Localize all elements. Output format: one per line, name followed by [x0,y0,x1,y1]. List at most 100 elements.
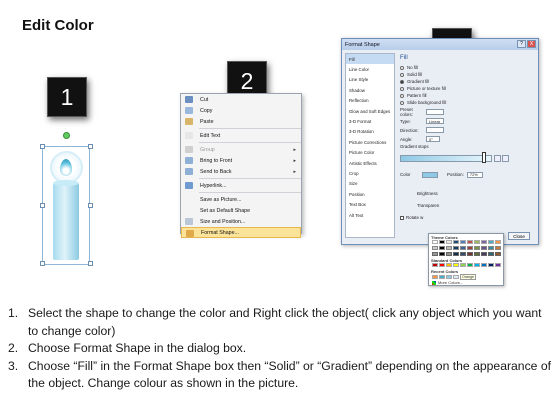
fill-option-picture-or-texture-fill[interactable]: Picture or texture fill [398,85,536,92]
theme-color-swatch[interactable] [453,240,459,244]
category-shadow[interactable]: Shadow [346,85,394,95]
resize-handle[interactable] [88,203,93,208]
standard-color-swatch[interactable] [474,263,480,267]
category-glow-and-soft-edges[interactable]: Glow and Soft Edges [346,106,394,116]
rotate-checkbox[interactable] [400,215,404,220]
theme-shade-swatch[interactable] [460,252,466,256]
theme-shade-swatch[interactable] [474,252,480,256]
theme-shade-swatch[interactable] [488,246,494,250]
more-colors-link[interactable]: More Colors... [438,280,463,285]
fill-option-pattern-fill[interactable]: Pattern fill [398,92,536,99]
remove-stop-icon[interactable] [502,155,509,162]
standard-color-swatch[interactable] [446,263,452,267]
theme-shade-swatch[interactable] [439,246,445,250]
menu-item-send-to-back[interactable]: Send to Back ▸ [181,166,301,177]
category-line-style[interactable]: Line Style [346,75,394,85]
help-button[interactable]: ? [517,40,526,48]
category-artistic-effects[interactable]: Artistic Effects [346,158,394,168]
standard-color-swatch[interactable] [467,263,473,267]
close-button[interactable]: Close [508,232,530,240]
resize-handle[interactable] [40,261,45,266]
category-reflection[interactable]: Reflection [346,96,394,106]
field-direction[interactable] [426,127,444,133]
recent-color-swatch[interactable] [453,274,459,279]
radio-button[interactable] [400,72,404,77]
gradient-stops-bar[interactable] [400,155,492,162]
menu-item-save-as-picture[interactable]: Save as Picture... [181,194,301,205]
theme-shade-swatch[interactable] [446,246,452,250]
category-3-d-rotation[interactable]: 3-D Rotation [346,127,394,137]
theme-shade-swatch[interactable] [474,246,480,250]
gradient-stop-handle[interactable] [482,152,486,163]
theme-shade-swatch[interactable] [495,246,501,250]
candle-shape[interactable] [38,130,93,266]
category-picture-color[interactable]: Picture Color [346,148,394,158]
theme-shade-swatch[interactable] [460,246,466,250]
category-alt-text[interactable]: Alt Text [346,210,394,220]
standard-color-swatch[interactable] [488,263,494,267]
menu-item-edit-text[interactable]: Edit Text [181,130,301,141]
theme-shade-swatch[interactable] [439,252,445,256]
rotation-handle[interactable] [63,132,70,139]
theme-color-swatch[interactable] [488,240,494,244]
theme-color-swatch[interactable] [474,240,480,244]
standard-color-swatch[interactable] [453,263,459,267]
fill-option-solid-fill[interactable]: Solid fill [398,71,536,78]
radio-button[interactable] [400,93,404,98]
theme-color-swatch[interactable] [467,240,473,244]
menu-item-copy[interactable]: Copy [181,105,301,116]
category-picture-corrections[interactable]: Picture Corrections [346,137,394,147]
category-fill[interactable]: Fill [346,54,394,65]
menu-item-format-shape[interactable]: Format Shape... [181,227,301,238]
field-type[interactable]: Linear [426,118,444,124]
radio-button[interactable] [400,86,404,91]
field-preset-colors[interactable] [426,109,444,115]
theme-shade-swatch[interactable] [453,246,459,250]
theme-color-swatch[interactable] [446,240,452,244]
position-field[interactable]: 72% [466,171,483,178]
resize-handle[interactable] [88,261,93,266]
standard-color-swatch[interactable] [481,263,487,267]
fill-option-no-fill[interactable]: No fill [398,64,536,71]
resize-handle[interactable] [88,144,93,149]
category-3-d-format[interactable]: 3-D Format [346,116,394,126]
theme-shade-swatch[interactable] [432,246,438,250]
category-text-box[interactable]: Text Box [346,199,394,209]
theme-color-swatch[interactable] [432,240,438,244]
theme-shade-swatch[interactable] [432,252,438,256]
menu-item-size-and-position[interactable]: Size and Position... [181,216,301,227]
theme-color-swatch[interactable] [460,240,466,244]
standard-color-swatch[interactable] [439,263,445,267]
field-angle[interactable]: 0° [426,136,440,142]
resize-handle[interactable] [40,203,45,208]
theme-color-swatch[interactable] [481,240,487,244]
standard-color-swatch[interactable] [495,263,501,267]
radio-button[interactable] [400,79,404,84]
color-dropdown[interactable] [422,171,438,178]
category-size[interactable]: Size [346,179,394,189]
category-line-color[interactable]: Line Color [346,64,394,74]
resize-handle[interactable] [40,144,45,149]
standard-color-swatch[interactable] [460,263,466,267]
menu-item-set-as-default-shape[interactable]: Set as Default Shape [181,205,301,216]
close-x-button[interactable]: X [527,40,536,48]
theme-shade-swatch[interactable] [488,252,494,256]
menu-item-hyperlink[interactable]: Hyperlink... [181,180,301,191]
theme-shade-swatch[interactable] [467,252,473,256]
theme-color-swatch[interactable] [439,240,445,244]
theme-shade-swatch[interactable] [481,246,487,250]
menu-item-bring-to-front[interactable]: Bring to Front ▸ [181,155,301,166]
menu-item-cut[interactable]: Cut [181,94,301,105]
fill-option-gradient-fill[interactable]: Gradient fill [398,78,536,85]
theme-color-swatch[interactable] [495,240,501,244]
theme-shade-swatch[interactable] [481,252,487,256]
theme-shade-swatch[interactable] [495,252,501,256]
category-crop[interactable]: Crop [346,168,394,178]
theme-shade-swatch[interactable] [446,252,452,256]
category-position[interactable]: Position [346,189,394,199]
menu-item-group[interactable]: Group ▸ [181,144,301,155]
recent-color-swatch[interactable] [432,274,438,279]
fill-option-slide-background-fill[interactable]: Slide background fill [398,99,536,106]
radio-button[interactable] [400,65,404,70]
add-stop-icon[interactable] [494,155,501,162]
